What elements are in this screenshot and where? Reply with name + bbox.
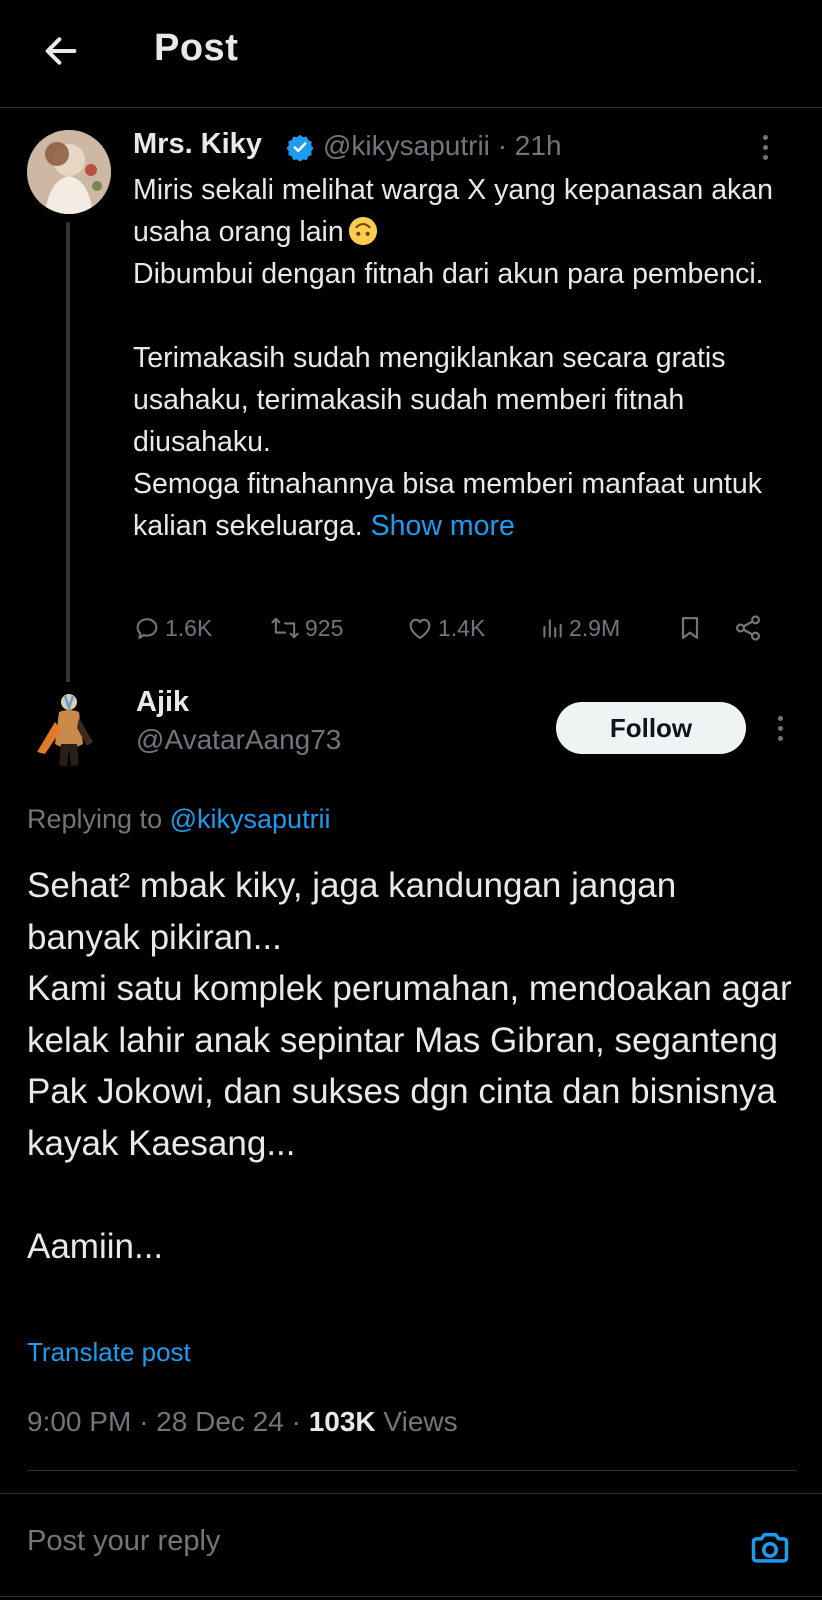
bookmark-icon [681,616,699,640]
heart-icon [409,618,431,639]
reply-input[interactable] [27,1525,717,1558]
back-button[interactable] [38,28,84,74]
translate-post-link[interactable]: Translate post [27,1337,191,1368]
meta-separator: · [139,1406,149,1437]
author-handle[interactable]: @AvatarAang73 [136,724,341,756]
dot [777,725,783,731]
show-more-link[interactable]: Show more [371,510,515,542]
post-timestamp: 9:00 PM · 28 Dec 24 · 103K Views [27,1406,458,1438]
post-meta: @kikysaputrii · 21h [323,130,562,162]
post-text-line: Kami satu komplek perumahan, mendoakan a… [27,969,792,1163]
replying-to: Replying to @kikysaputrii [27,804,331,835]
reply-count: 1.6K [165,614,213,641]
post-text-line: Terimakasih sudah mengiklankan secara gr… [133,342,726,458]
divider [27,1470,797,1471]
repost-icon [271,617,299,639]
divider [0,1493,822,1494]
views-label: Views [383,1406,458,1437]
top-bar: Post [0,0,822,108]
upside-down-face-emoji [348,216,377,246]
dot [777,735,783,741]
repost-count: 925 [305,614,344,641]
views-count[interactable]: 103K [309,1406,376,1437]
more-options-button[interactable] [750,127,780,167]
author-handle[interactable]: @kikysaputrii [323,130,490,161]
replying-to-label: Replying to [27,804,163,834]
reply-button[interactable]: 1.6K [133,610,212,646]
post-text: Sehat² mbak kiky, jaga kandungan jangan … [27,860,797,1272]
meta-separator: · [291,1406,301,1437]
author-name[interactable]: Ajik [136,686,189,719]
post-date[interactable]: 28 Dec 24 [156,1406,284,1437]
post-text-line: Miris sekali melihat warga X yang kepana… [133,174,773,248]
dot [777,715,783,721]
dot [762,134,768,140]
verified-badge-icon [286,134,314,161]
camera-button[interactable] [748,1526,792,1570]
divider [0,1596,822,1597]
post-time[interactable]: 21h [515,130,562,161]
dot [762,154,768,160]
view-count: 2.9M [569,614,621,641]
camera-icon [751,1533,789,1563]
avatar[interactable] [27,130,111,214]
meta-separator: · [497,130,508,161]
page-title: Post [154,27,239,69]
like-button[interactable]: 1.4K [406,610,485,646]
avatar[interactable] [27,682,111,766]
post-text-line: Dibumbui dengan fitnah dari akun para pe… [133,258,764,290]
like-count: 1.4K [438,614,486,641]
repost-button[interactable]: 925 [269,610,343,646]
arrow-left-icon [45,37,77,65]
bookmark-button[interactable] [676,610,704,646]
action-bar: 1.6K 925 1.4K 2.9M [133,610,783,646]
post-text-line: Sehat² mbak kiky, jaga kandungan jangan … [27,866,677,957]
dot [762,144,768,150]
post-time[interactable]: 9:00 PM [27,1406,131,1437]
share-button[interactable] [733,610,763,646]
analytics-icon [543,619,562,638]
reply-icon [136,618,158,639]
share-icon [735,615,761,641]
post-text-line: Aamiin... [27,1226,164,1266]
post-text: Miris sekali melihat warga X yang kepana… [133,169,783,547]
views-button[interactable]: 2.9M [539,610,620,646]
mention-link[interactable]: @kikysaputrii [170,804,331,834]
more-options-button[interactable] [765,708,795,748]
thread-connector [66,222,70,688]
author-name[interactable]: Mrs. Kiky [133,128,262,161]
follow-button[interactable]: Follow [556,702,746,754]
